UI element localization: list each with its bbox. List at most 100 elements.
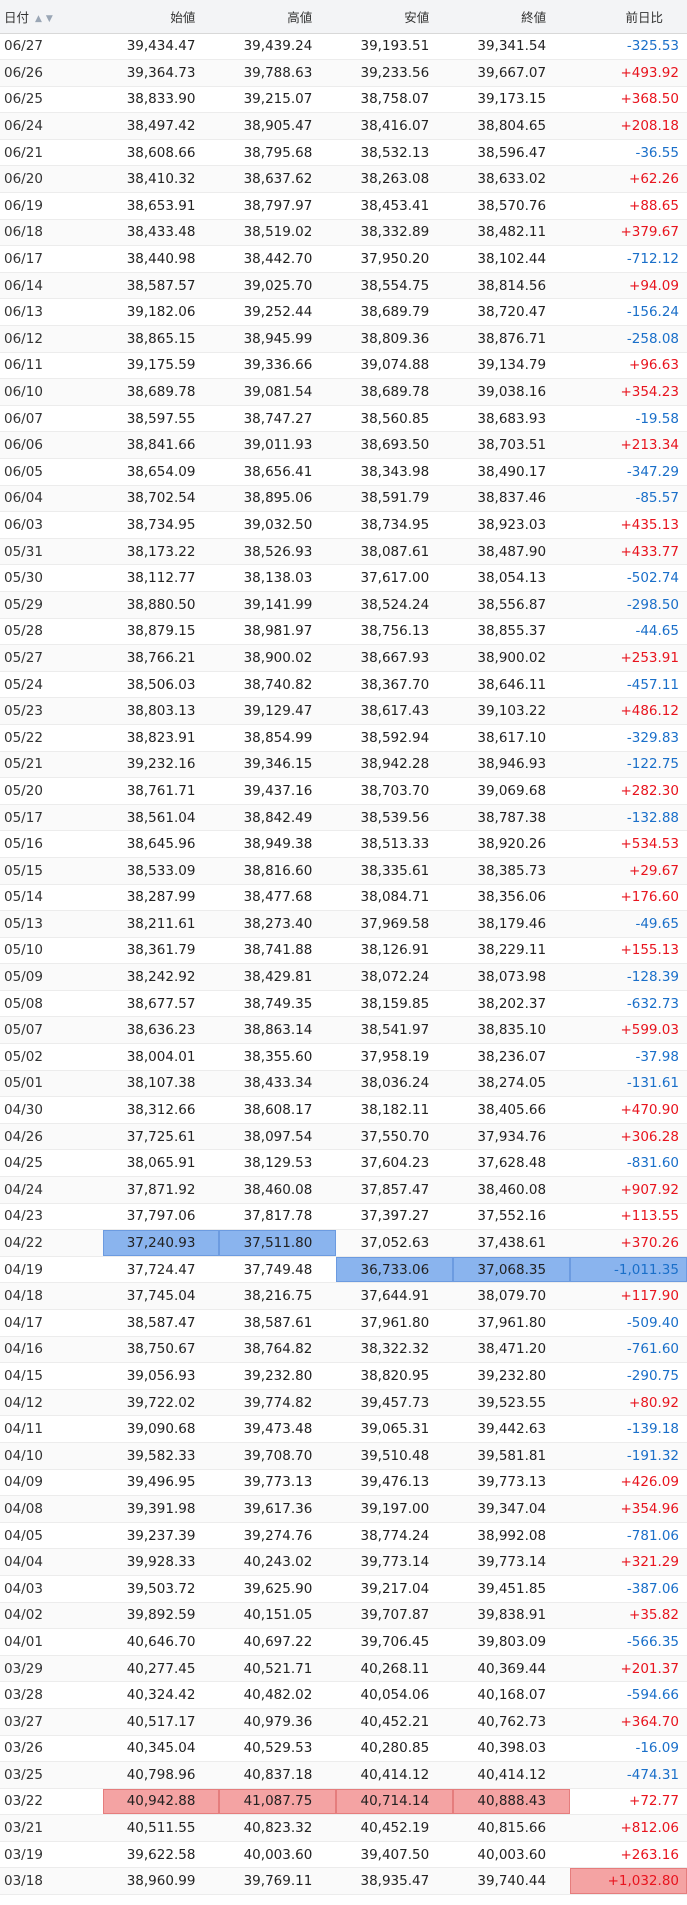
change-cell: -502.74 [570, 564, 687, 592]
change-cell: +486.12 [570, 697, 687, 725]
table-row: 06/25 38,833.90 39,215.07 38,758.07 39,173.1… [0, 86, 687, 114]
high-cell: 40,521.71 [219, 1655, 337, 1683]
high-cell: 38,273.40 [219, 910, 337, 938]
low-cell: 38,539.56 [336, 804, 454, 832]
open-cell: 37,240.93 [102, 1229, 220, 1257]
change-cell: +599.03 [570, 1016, 687, 1045]
open-cell: 38,065.91 [102, 1149, 220, 1178]
table-row: 06/11 39,175.59 39,336.66 39,074.88 39,134.7… [0, 352, 687, 380]
date-cell: 05/24 [0, 671, 103, 699]
date-cell: 03/29 [0, 1655, 103, 1683]
close-cell: 38,471.20 [453, 1336, 571, 1364]
table-row: 04/04 39,928.33 40,243.02 39,773.14 39,773.1… [0, 1548, 687, 1576]
close-cell: 38,236.07 [453, 1043, 571, 1071]
column-header-high[interactable]: 高値 [219, 0, 337, 34]
date-cell: 06/11 [0, 352, 103, 380]
date-cell: 05/17 [0, 804, 103, 832]
open-cell: 38,587.47 [102, 1309, 220, 1337]
date-cell: 05/02 [0, 1043, 103, 1071]
open-cell: 40,517.17 [102, 1708, 220, 1736]
change-cell: +263.16 [570, 1841, 687, 1869]
open-cell: 39,364.73 [102, 59, 220, 87]
sort-up-down-icon[interactable]: ▲▼ [35, 14, 57, 24]
open-cell: 38,533.09 [102, 857, 220, 885]
change-cell: +201.37 [570, 1655, 687, 1683]
table-row: 03/26 40,345.04 40,529.53 40,280.85 40,398.0… [0, 1735, 687, 1763]
close-cell: 38,570.76 [453, 192, 571, 220]
close-cell: 38,490.17 [453, 458, 571, 486]
low-cell: 38,560.85 [336, 405, 454, 433]
table-row: 04/03 39,503.72 39,625.90 39,217.04 39,451.8… [0, 1575, 687, 1603]
column-header-low[interactable]: 安値 [336, 0, 454, 34]
table-row: 05/08 38,677.57 38,749.35 38,159.85 38,202.3… [0, 990, 687, 1018]
table-row: 04/18 37,745.04 38,216.75 37,644.91 38,079.7… [0, 1282, 687, 1310]
high-cell: 37,511.80 [219, 1229, 337, 1257]
change-cell: +426.09 [570, 1469, 687, 1497]
change-cell: -36.55 [570, 139, 687, 167]
table-row: 04/17 38,587.47 38,587.61 37,961.80 37,961.8… [0, 1309, 687, 1337]
column-header-change[interactable]: 前日比 [570, 0, 687, 34]
date-cell: 04/05 [0, 1522, 103, 1550]
column-header-date[interactable]: 日付 ▲▼ [0, 0, 103, 34]
column-header-open[interactable]: 始値 [102, 0, 220, 34]
date-cell: 06/20 [0, 165, 103, 194]
date-cell: 05/27 [0, 644, 103, 672]
open-cell: 39,582.33 [102, 1442, 220, 1470]
close-cell: 38,079.70 [453, 1282, 571, 1310]
table-row: 04/09 39,496.95 39,773.13 39,476.13 39,773.1… [0, 1469, 687, 1497]
low-cell: 38,942.28 [336, 751, 454, 779]
change-cell: -258.08 [570, 325, 687, 353]
date-cell: 03/19 [0, 1841, 103, 1869]
high-cell: 40,243.02 [219, 1548, 337, 1576]
open-cell: 39,175.59 [102, 352, 220, 380]
close-cell: 38,876.71 [453, 325, 571, 353]
open-cell: 39,892.59 [102, 1602, 220, 1630]
close-cell: 40,168.07 [453, 1681, 571, 1709]
date-cell: 04/01 [0, 1628, 103, 1656]
high-cell: 38,854.99 [219, 724, 337, 752]
high-cell: 39,769.11 [219, 1867, 337, 1896]
table-row: 05/07 38,636.23 38,863.14 38,541.97 38,835.1… [0, 1016, 687, 1045]
change-cell: -457.11 [570, 671, 687, 699]
change-cell: -191.32 [570, 1442, 687, 1470]
high-cell: 38,895.06 [219, 485, 337, 513]
high-cell: 38,863.14 [219, 1016, 337, 1045]
low-cell: 40,714.14 [336, 1788, 454, 1816]
table-row: 05/28 38,879.15 38,981.97 38,756.13 38,855.3… [0, 618, 687, 646]
open-cell: 39,928.33 [102, 1548, 220, 1576]
change-cell: +321.29 [570, 1548, 687, 1576]
date-cell: 06/10 [0, 378, 103, 406]
date-cell: 04/26 [0, 1123, 103, 1151]
low-cell: 38,809.36 [336, 325, 454, 353]
low-cell: 38,524.24 [336, 591, 454, 619]
table-row: 03/27 40,517.17 40,979.36 40,452.21 40,762.7… [0, 1708, 687, 1736]
change-cell: +176.60 [570, 884, 687, 912]
low-cell: 39,707.87 [336, 1602, 454, 1630]
high-cell: 38,519.02 [219, 219, 337, 247]
open-cell: 38,960.99 [102, 1867, 220, 1896]
close-cell: 38,720.47 [453, 298, 571, 327]
low-cell: 38,541.97 [336, 1016, 454, 1045]
high-cell: 38,764.82 [219, 1336, 337, 1364]
change-cell: -131.61 [570, 1070, 687, 1098]
change-cell: -594.66 [570, 1681, 687, 1709]
change-cell: +534.53 [570, 830, 687, 858]
close-cell: 40,414.12 [453, 1761, 571, 1789]
close-cell: 39,347.04 [453, 1495, 571, 1523]
open-cell: 38,506.03 [102, 671, 220, 699]
column-header-close[interactable]: 終値 [453, 0, 571, 34]
low-cell: 38,667.93 [336, 644, 454, 672]
close-cell: 37,068.35 [453, 1256, 571, 1284]
low-cell: 40,268.11 [336, 1655, 454, 1683]
close-cell: 38,920.26 [453, 830, 571, 858]
close-cell: 38,102.44 [453, 245, 571, 273]
table-row: 04/25 38,065.91 38,129.53 37,604.23 37,628.4… [0, 1149, 687, 1178]
open-cell: 39,503.72 [102, 1575, 220, 1603]
open-cell: 38,410.32 [102, 165, 220, 194]
low-cell: 38,513.33 [336, 830, 454, 858]
high-cell: 40,823.32 [219, 1814, 337, 1842]
change-cell: +253.91 [570, 644, 687, 672]
table-row: 05/17 38,561.04 38,842.49 38,539.56 38,787.3… [0, 804, 687, 832]
high-cell: 38,442.70 [219, 245, 337, 273]
date-cell: 06/26 [0, 59, 103, 87]
